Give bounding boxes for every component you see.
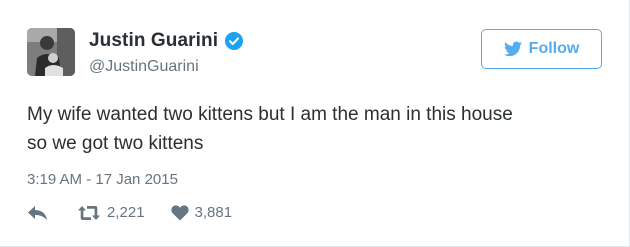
user-name[interactable]: Justin Guarini <box>89 30 218 52</box>
tweet-text-line: so we got two kittens <box>27 133 204 154</box>
avatar[interactable] <box>27 28 75 76</box>
reply-button[interactable] <box>27 205 49 221</box>
follow-label: Follow <box>528 40 580 57</box>
tweet-card: Justin Guarini @JustinGuarini Follow My … <box>0 0 630 247</box>
heart-icon <box>170 204 189 221</box>
reply-icon <box>27 205 49 221</box>
verified-badge-icon <box>225 32 244 50</box>
user-name-row: Justin Guarini <box>89 30 244 52</box>
tweet-actions: 2,221 3,881 <box>27 204 232 221</box>
retweet-count: 2,221 <box>107 204 145 221</box>
user-handle[interactable]: @JustinGuarini <box>89 58 199 76</box>
retweet-icon <box>77 205 101 221</box>
twitter-bird-icon <box>503 41 522 57</box>
tweet-text-line: My wife wanted two kittens but I am the … <box>27 104 513 125</box>
avatar-photo <box>27 28 75 76</box>
like-count: 3,881 <box>194 204 233 221</box>
retweet-button[interactable]: 2,221 <box>77 204 145 221</box>
tweet-timestamp[interactable]: 3:19 AM - 17 Jan 2015 <box>27 171 178 188</box>
tweet-text: My wife wanted two kittens but I am the … <box>27 100 607 158</box>
like-button[interactable]: 3,881 <box>170 204 233 221</box>
follow-button[interactable]: Follow <box>481 29 602 69</box>
